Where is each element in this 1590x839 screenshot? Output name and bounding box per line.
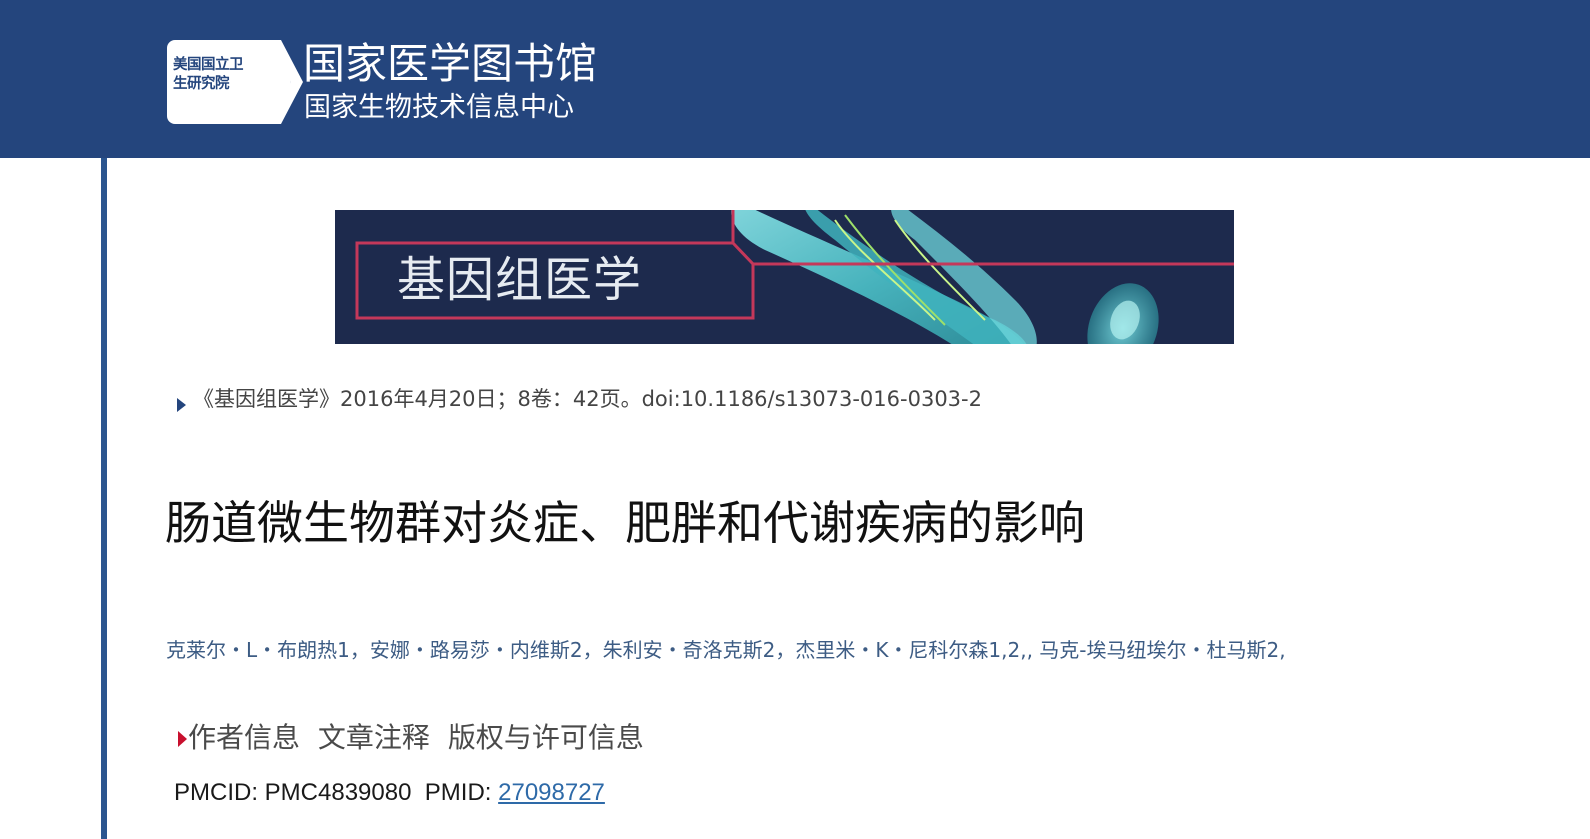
expand-triangle-icon[interactable] — [178, 731, 187, 747]
article-info-links: 作者信息 文章注释 版权与许可信息 — [188, 719, 653, 757]
article-title: 肠道微生物群对炎症、肥胖和代谢疾病的影响 — [165, 496, 1085, 550]
pmid-link[interactable]: 27098727 — [498, 779, 605, 806]
author-info-link[interactable]: 作者信息 — [188, 721, 300, 754]
site-subtitle[interactable]: 国家生物技术信息中心 — [304, 91, 574, 125]
nih-logo-icon[interactable]: 美国国立卫 生研究院 — [167, 40, 307, 124]
article-ids: PMCID: PMC4839080 PMID: 27098727 — [174, 776, 605, 810]
triangle-right-icon[interactable] — [177, 398, 186, 412]
citation-line[interactable]: 《基因组医学》2016年4月20日；8卷：42页。doi:10.1186/s13… — [193, 385, 982, 413]
journal-banner[interactable]: 基因组医学 — [335, 210, 1234, 344]
content-left-rule — [101, 158, 107, 839]
pmcid-label: PMCID: — [174, 779, 258, 806]
pmid-label: PMID: — [424, 779, 492, 806]
logo-text-line2: 生研究院 — [173, 76, 230, 92]
pmcid-value: PMC4839080 — [264, 779, 412, 806]
copyright-license-link[interactable]: 版权与许可信息 — [448, 721, 644, 754]
chevron-right-icon — [269, 40, 303, 124]
logo-text-line1: 美国国立卫 — [173, 57, 244, 73]
author-list[interactable]: 克莱尔・L・布朗热1，安娜・路易莎・内维斯2，朱利安・奇洛克斯2，杰里米・K・尼… — [166, 636, 1286, 664]
journal-name: 基因组医学 — [397, 252, 643, 308]
article-notes-link[interactable]: 文章注释 — [318, 721, 430, 754]
site-title[interactable]: 国家医学图书馆 — [303, 38, 597, 90]
site-header: 美国国立卫 生研究院 国家医学图书馆 国家生物技术信息中心 — [0, 0, 1590, 158]
